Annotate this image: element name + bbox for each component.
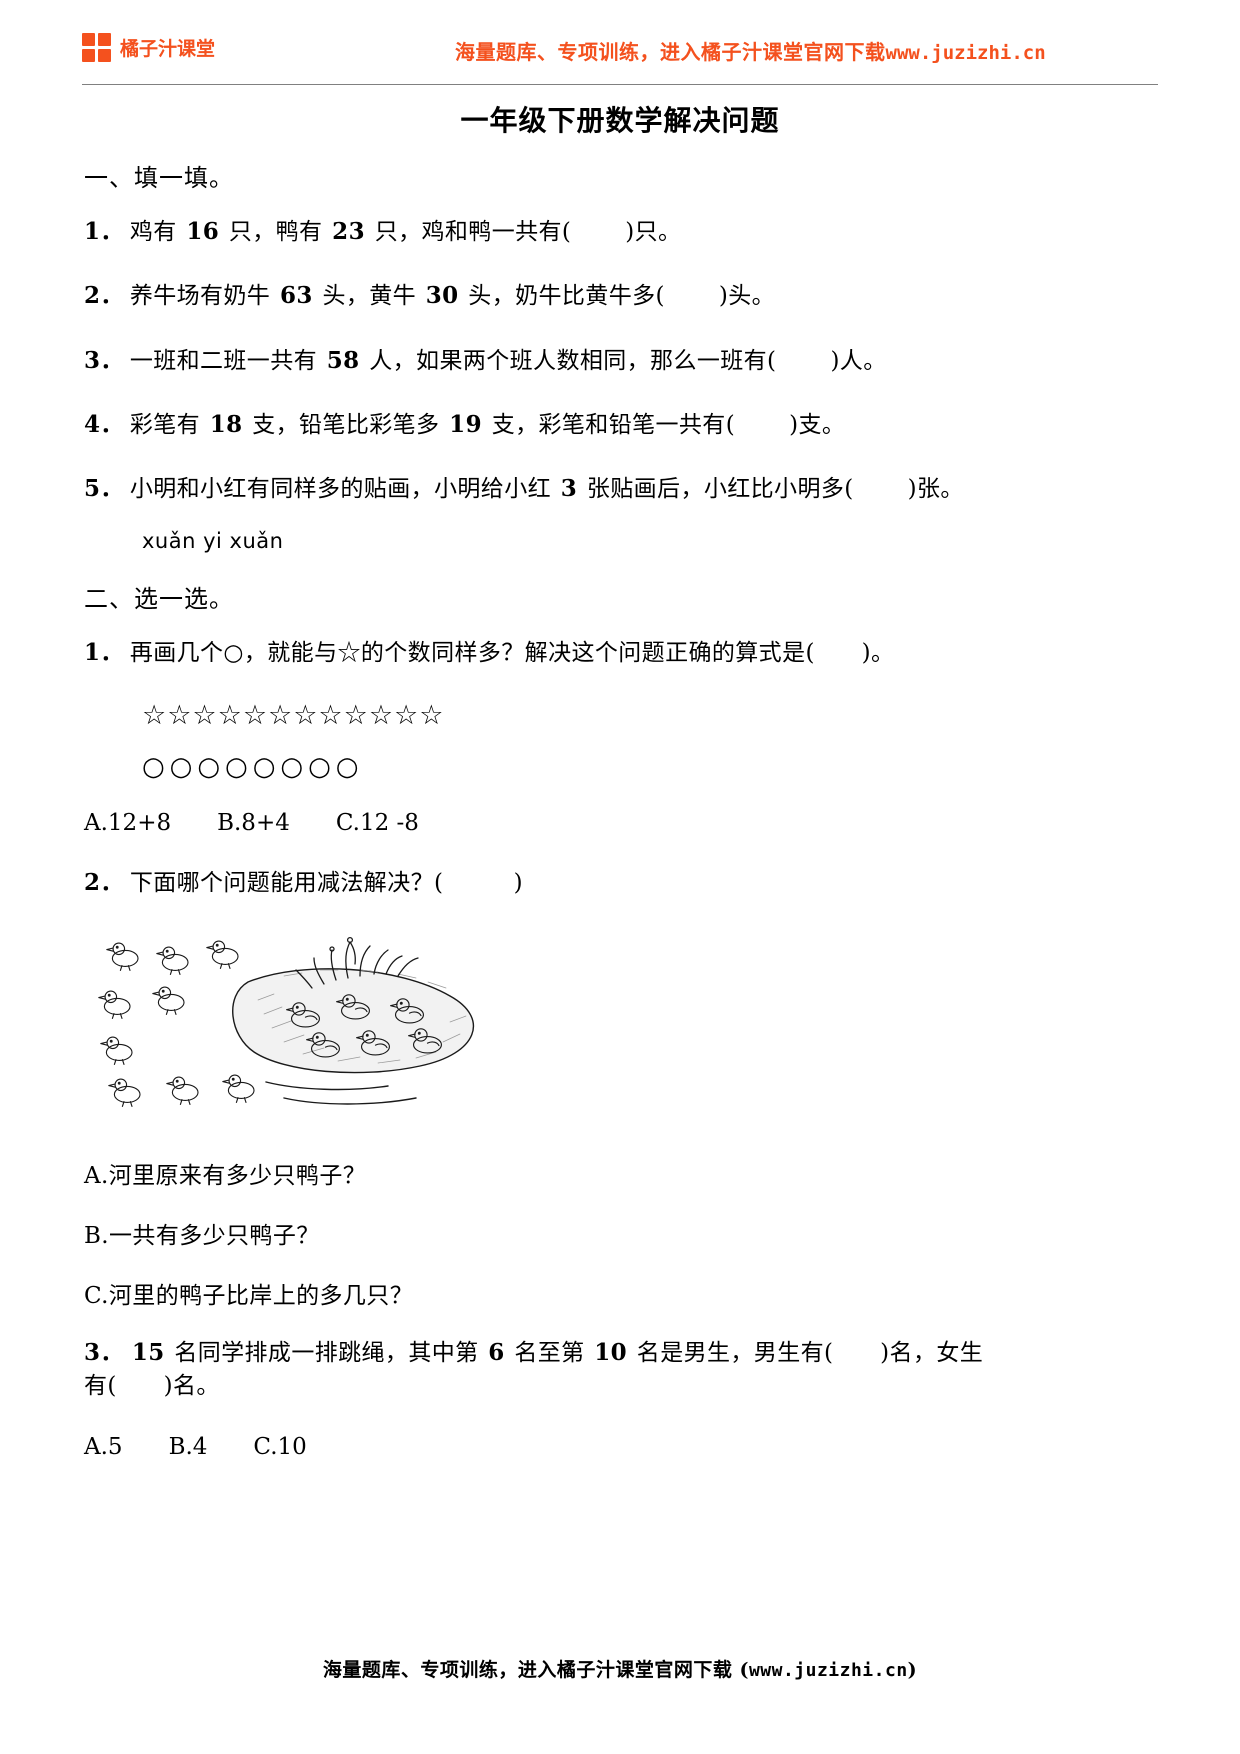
question-number-value: 6 (488, 1338, 505, 1366)
question-number: 2． (84, 868, 124, 896)
option-b[interactable]: B.8+4 (217, 810, 290, 836)
question-number: 2． (84, 282, 124, 310)
question-2-2: 2． 下面哪个问题能用减法解决？( ) (84, 866, 1158, 900)
question-number: 5． (84, 475, 124, 503)
question-text-part: 支，彩笔和铅笔一共有( (483, 412, 736, 439)
question-text-part: 张贴画后，小红比小明多( (579, 476, 854, 503)
question-text: 再画几个○，就能与☆的个数同样多？解决这个问题正确的算式是( )。 (129, 639, 895, 666)
question-number: 3． (84, 346, 124, 374)
question-number-value: 18 (209, 411, 243, 439)
question-1-1: 1． 鸡有 16 只，鸭有 23 只，鸡和鸭一共有( )只。 (84, 215, 1158, 249)
ducks-pond-illustration (98, 930, 518, 1130)
question-2-1-options: A.12+8 B.8+4 C.12 -8 (84, 810, 1158, 836)
question-2-2-choice-c[interactable]: C.河里的鸭子比岸上的多几只？ (84, 1276, 1158, 1310)
pinyin-note: xuǎn yi xuǎn (142, 528, 284, 553)
question-number-value: 58 (326, 346, 360, 374)
question-text-part: 彩笔有 (129, 412, 208, 439)
question-text-part: 小明和小红有同样多的贴画，小明给小红 (129, 476, 559, 503)
brand-name: 橘子汁课堂 (120, 37, 216, 60)
question-text-part: 只，鸭有 (221, 219, 331, 245)
question-number-value: 23 (332, 218, 365, 245)
question-text-part: 名是男生，男生有( )名，女生 (629, 1339, 984, 1366)
brand: 橘子汁课堂 (82, 32, 215, 62)
question-1-4: 4． 彩笔有 18 支，铅笔比彩笔多 19 支，彩笔和铅笔一共有( )支。 (84, 408, 1158, 442)
question-2-3-options: A.5 B.4 C.10 (84, 1434, 1158, 1460)
question-number: 1． (84, 638, 124, 666)
page-header: 橘子汁课堂 海量题库、专项训练，进入橘子汁课堂官网下载www.juzizhi.c… (0, 0, 1240, 88)
stars-row: ☆☆☆☆☆☆☆☆☆☆☆☆ (142, 700, 445, 732)
page-footer: 海量题库、专项训练，进入橘子汁课堂官网下载 (www.juzizhi.cn) (0, 1655, 1240, 1682)
circles-row: ○○○○○○○○ (142, 752, 364, 783)
option-b[interactable]: B.4 (169, 1434, 208, 1460)
option-c[interactable]: C.12 -8 (336, 810, 419, 836)
question-number-value: 16 (186, 218, 220, 245)
question-text-part: 头，奶牛比黄牛多( (460, 283, 665, 310)
question-1-3: 3． 一班和二班一共有 58 人，如果两个班人数相同，那么一班有( )人。 (84, 344, 1158, 378)
question-text-part: 支，铅笔比彩笔多 (244, 412, 448, 439)
header-promo: 海量题库、专项训练，进入橘子汁课堂官网下载www.juzizhi.cn (455, 36, 1046, 65)
footer-url: www.juzizhi.cn (748, 1660, 908, 1681)
section-two-heading: 二、选一选。 (84, 584, 234, 613)
question-text-part: )只。 (625, 219, 682, 245)
header-promo-url: www.juzizhi.cn (885, 42, 1046, 64)
question-text-part: 名至第 (506, 1339, 593, 1366)
question-text-part: 有( )名。 (84, 1373, 220, 1400)
question-number-value: 63 (279, 282, 313, 310)
ducks-pond-svg (98, 936, 475, 1107)
question-text-part: 人，如果两个班人数相同，那么一班有( (361, 347, 777, 374)
option-c[interactable]: C.10 (253, 1434, 306, 1460)
question-text-part: 养牛场有奶牛 (129, 283, 278, 310)
question-number: 3． (84, 1338, 124, 1366)
question-number: 4． (84, 411, 124, 439)
four-squares-logo-icon (82, 33, 112, 63)
footer-text-end: ) (907, 1659, 918, 1681)
header-promo-text: 海量题库、专项训练，进入橘子汁课堂官网下载 (455, 40, 886, 64)
question-2-3: 3． 15 名同学排成一排跳绳，其中第 6 名至第 10 名是男生，男生有( )名… (84, 1336, 1158, 1404)
page-title: 一年级下册数学解决问题 (460, 104, 780, 137)
question-text-part: )张。 (907, 476, 964, 503)
question-text-part: )头。 (718, 283, 776, 310)
question-number-value: 3 (560, 475, 578, 503)
question-2-2-choice-a[interactable]: A.河里原来有多少只鸭子？ (84, 1156, 1158, 1190)
question-1-5: 5． 小明和小红有同样多的贴画，小明给小红 3 张贴画后，小红比小明多( )张。 (84, 472, 1158, 506)
question-2-2-choice-b[interactable]: B.一共有多少只鸭子？ (84, 1216, 1158, 1250)
question-number-value: 30 (425, 282, 459, 310)
worksheet-page: 橘子汁课堂 海量题库、专项训练，进入橘子汁课堂官网下载www.juzizhi.c… (0, 0, 1240, 1754)
option-a[interactable]: A.12+8 (84, 810, 171, 836)
question-number: 1． (84, 218, 124, 245)
question-text-part: 一班和二班一共有 (129, 347, 325, 374)
question-text-part: )支。 (789, 412, 846, 439)
worksheet-content: 一、填一填。 1． 鸡有 16 只，鸭有 23 只，鸡和鸭一共有()只。 2． 养牛… (84, 158, 1158, 1490)
question-number-value: 19 (449, 411, 482, 439)
option-a[interactable]: A.5 (84, 1434, 123, 1460)
question-text: 下面哪个问题能用减法解决？( ) (129, 869, 523, 896)
header-divider (82, 84, 1158, 85)
question-2-1: 1． 再画几个○，就能与☆的个数同样多？解决这个问题正确的算式是( )。 (84, 636, 1158, 670)
footer-text: 海量题库、专项训练，进入橘子汁课堂官网下载 ( (322, 1659, 749, 1681)
question-text-part: 鸡有 (129, 219, 185, 245)
section-one-heading: 一、填一填。 (84, 164, 234, 192)
question-1-2: 2． 养牛场有奶牛 63 头，黄牛 30 头，奶牛比黄牛多( )头。 (84, 279, 1158, 313)
question-number-value: 10 (594, 1338, 628, 1366)
question-text-part: )人。 (830, 347, 887, 374)
question-number-value: 15 (131, 1338, 165, 1366)
question-text-part: 名同学排成一排跳绳，其中第 (166, 1339, 487, 1366)
question-text-part: 头，黄牛 (314, 283, 424, 310)
question-text-part: 只，鸡和鸭一共有( (366, 219, 572, 245)
